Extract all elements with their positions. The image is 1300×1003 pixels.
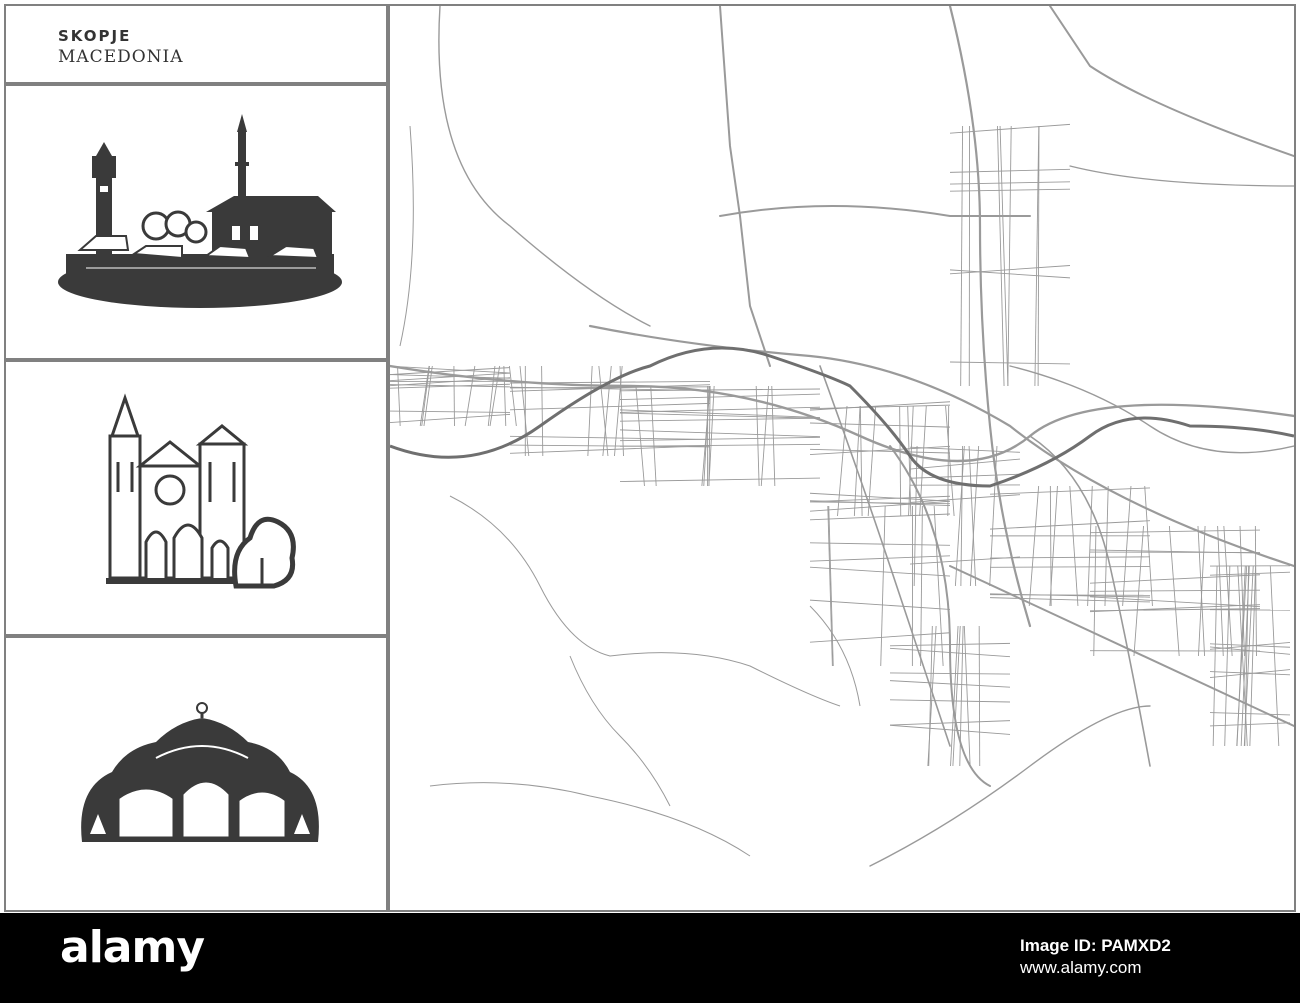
domed-church-icon	[81, 702, 319, 842]
gothic-cathedral-icon	[106, 393, 296, 589]
landmark-panel-1	[4, 84, 388, 360]
title-panel: SKOPJE MACEDONIA	[4, 4, 388, 84]
brand-logo: alamy	[60, 922, 205, 973]
country-name: MACEDONIA	[58, 47, 184, 67]
landmark-panel-2	[4, 360, 388, 636]
city-name: SKOPJE	[58, 27, 132, 45]
city-map	[388, 4, 1296, 912]
image-id: Image ID: PAMXD2	[1020, 936, 1171, 955]
landmark-panel-3	[4, 636, 388, 912]
street-map-canvas	[390, 6, 1294, 867]
poster-frame: SKOPJE MACEDONIA	[0, 0, 1300, 913]
footer-url: www.alamy.com	[1020, 958, 1142, 977]
old-bazaar-mosque-icon	[58, 114, 342, 308]
